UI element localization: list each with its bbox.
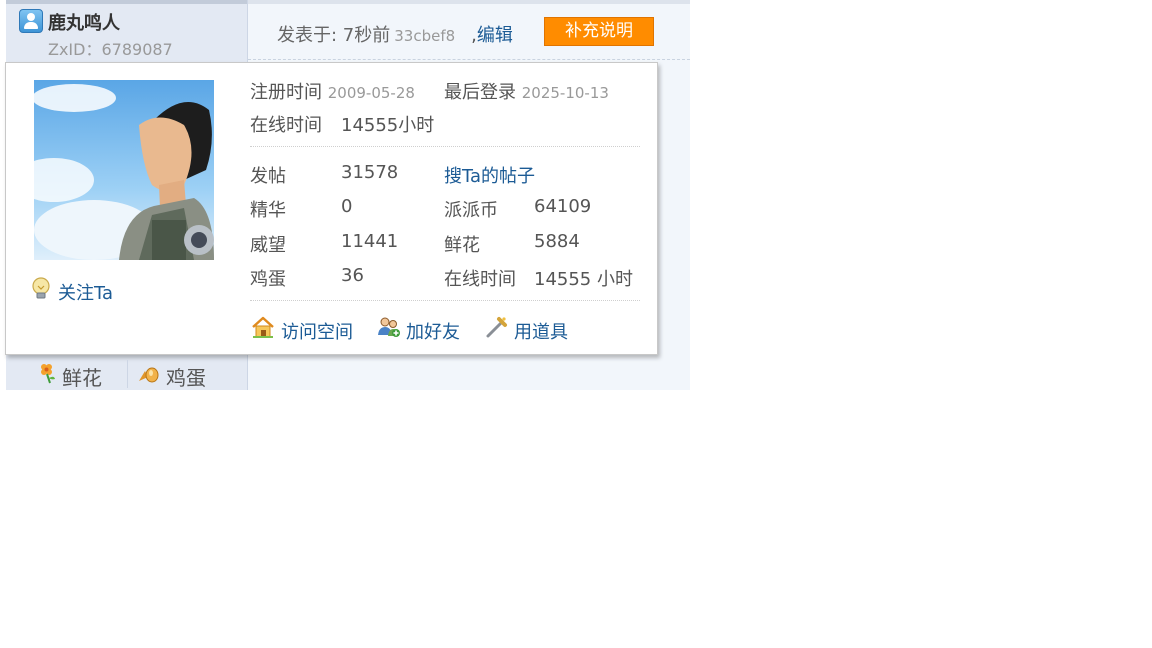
edit-link[interactable]: 编辑 — [477, 25, 513, 46]
post-hash: 33cbef8 — [394, 27, 456, 45]
posts-label: 发帖 — [250, 166, 286, 187]
prestige-label: 威望 — [250, 235, 286, 256]
eggs-value: 36 — [341, 265, 364, 286]
divider — [250, 300, 640, 301]
post-meta: 发表于: 7秒前 33cbef8 ,编辑 — [277, 21, 513, 47]
coins-label: 派派币 — [444, 200, 498, 221]
flowers-value: 5884 — [534, 231, 580, 252]
online-time-value: 14555小时 — [341, 115, 435, 136]
last-login-row: 最后登录 2025-10-13 — [444, 78, 609, 104]
posts-value: 31578 — [341, 162, 399, 183]
house-icon — [251, 315, 275, 339]
last-login-label: 最后登录 — [444, 82, 516, 103]
flower-tab-label[interactable]: 鲜花 — [62, 362, 102, 391]
egg-tab-label[interactable]: 鸡蛋 — [166, 362, 206, 391]
divider — [250, 146, 640, 147]
last-login-value: 2025-10-13 — [521, 84, 609, 102]
user-icon — [19, 9, 43, 33]
reg-time-label: 注册时间 — [250, 82, 322, 103]
reg-time-row: 注册时间 2009-05-28 — [250, 78, 415, 104]
online-time2-label: 在线时间 — [444, 269, 516, 290]
reg-time-value: 2009-05-28 — [327, 84, 415, 102]
author-name[interactable]: 鹿丸鸣人 — [48, 9, 120, 35]
eggs-label: 鸡蛋 — [250, 269, 286, 290]
online-time2-value: 14555 小时 — [534, 269, 633, 290]
prestige-value: 11441 — [341, 231, 399, 252]
add-friend-link[interactable]: 加好友 — [406, 318, 460, 344]
post-header-divider — [248, 59, 690, 60]
avatar[interactable] — [34, 80, 214, 260]
follow-link[interactable]: 关注Ta — [58, 279, 113, 305]
egg-icon — [137, 361, 161, 385]
author-zxid: ZxID：6789087 — [48, 40, 173, 59]
tab-separator — [127, 360, 128, 388]
digest-label: 精华 — [250, 200, 286, 221]
flower-icon — [36, 361, 58, 385]
search-posts-link[interactable]: 搜Ta的帖子 — [444, 162, 535, 188]
use-item-link[interactable]: 用道具 — [514, 318, 568, 344]
supplement-button[interactable]: 补充说明 — [544, 17, 654, 46]
flowers-label: 鲜花 — [444, 235, 480, 256]
posted-time: 发表于: 7秒前 — [277, 25, 391, 46]
online-time-label: 在线时间 — [250, 115, 322, 136]
lightbulb-icon — [30, 277, 52, 301]
coins-value: 64109 — [534, 196, 592, 217]
friends-icon — [377, 315, 401, 339]
wand-icon — [485, 315, 509, 339]
visit-space-link[interactable]: 访问空间 — [281, 318, 353, 344]
digest-value: 0 — [341, 196, 353, 217]
